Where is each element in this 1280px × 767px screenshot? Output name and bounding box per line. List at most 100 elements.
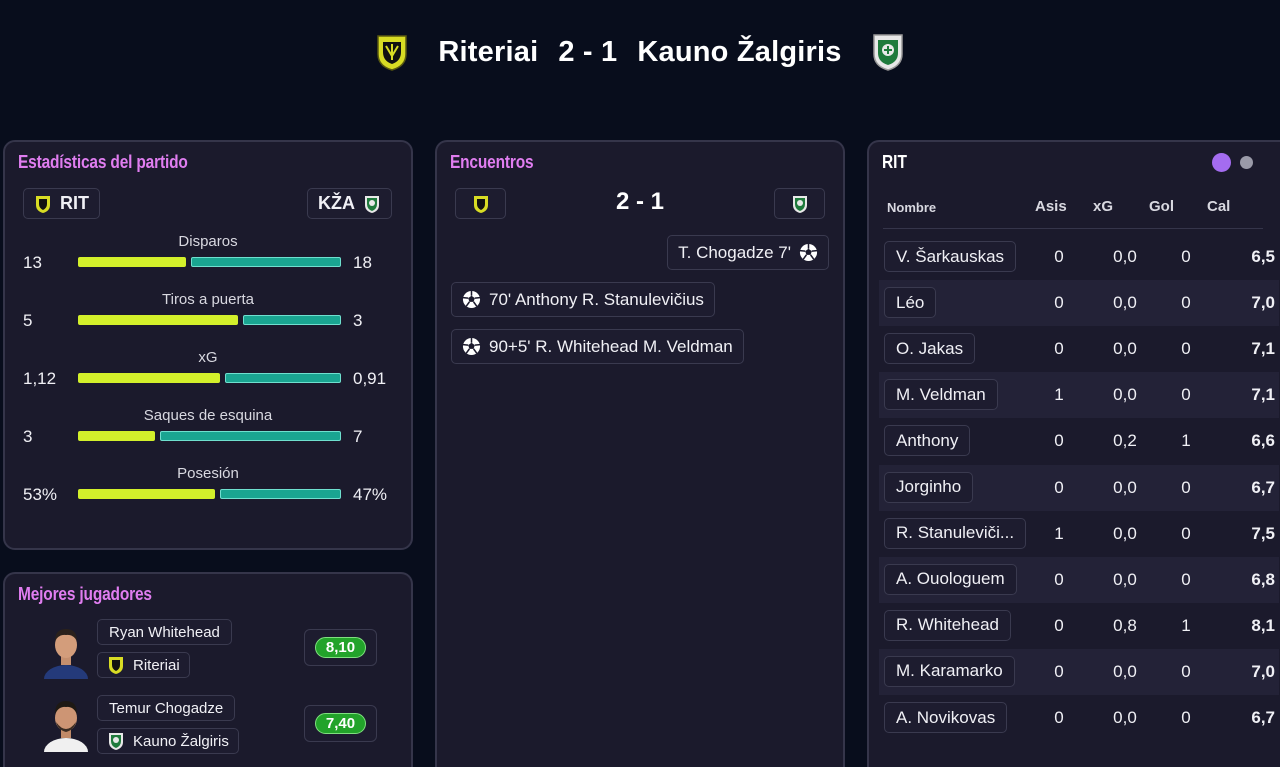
lineup-assists: 1 [1054, 385, 1064, 405]
match-header: Riteriai 2 - 1 Kauno Žalgiris [0, 22, 1280, 82]
avatar [43, 694, 89, 752]
riteriai-crest-icon [107, 655, 125, 675]
team-toggle-away-dot[interactable] [1240, 156, 1253, 169]
stats-title: Estadísticas del partido [18, 152, 188, 172]
goal-event-text: 90+5' R. Whitehead M. Veldman [489, 336, 733, 356]
lineup-row: M. Veldman 1 0,0 0 7,1 [879, 372, 1279, 419]
stat-home-value: 5 [23, 311, 33, 330]
stat-bar-home [78, 257, 187, 267]
lineup-row: A. Novikovas 0 0,0 0 6,7 [879, 695, 1279, 741]
team-toggle-home-dot[interactable] [1212, 153, 1231, 172]
lineup-player-name: O. Jakas [896, 338, 964, 358]
riteriai-crest-icon [374, 32, 410, 72]
stat-label: xG [198, 349, 218, 366]
away-team-name: Kauno Žalgiris [637, 35, 842, 68]
player-team: Kauno Žalgiris [133, 732, 229, 750]
lineup-assists: 1 [1054, 523, 1064, 543]
riteriai-crest-icon [34, 194, 52, 214]
lineup-row: R. Stanuleviči... 1 0,0 0 7,5 [879, 511, 1279, 557]
avatar [43, 621, 89, 679]
stat-away-value: 7 [353, 427, 363, 446]
column-header-xg[interactable]: xG [1093, 198, 1113, 215]
lineup-assists: 0 [1054, 431, 1064, 451]
lineup-rating: 7,0 [1251, 661, 1275, 681]
away-goal-event[interactable]: T. Chogadze 7' [667, 235, 829, 270]
stat-label: Tiros a puerta [162, 291, 254, 308]
lineup-xg: 0,0 [1113, 477, 1137, 497]
lineup-row: R. Whitehead 0 0,8 1 8,1 [879, 603, 1279, 649]
lineup-goals: 0 [1181, 477, 1191, 497]
stat-home-value: 13 [23, 253, 42, 272]
lineup-xg: 0,0 [1113, 339, 1137, 359]
player-rating-chip: 8,10 [304, 629, 377, 666]
stat-bar [78, 315, 341, 325]
lineup-row: Léo 0 0,0 0 7,0 [879, 280, 1279, 327]
lineup-player-name: Anthony [896, 430, 959, 450]
lineup-player-name-chip[interactable]: A. Novikovas [884, 702, 1008, 733]
lineup-xg: 0,0 [1113, 293, 1137, 313]
lineup-player-name-chip[interactable]: A. Ouologuem [884, 563, 1017, 595]
column-header-name[interactable]: Nombre [887, 200, 936, 215]
zalgiris-crest-icon [791, 194, 809, 214]
lineup-player-name-chip[interactable]: V. Šarkauskas [884, 241, 1017, 272]
lineup-player-name: A. Ouologuem [896, 569, 1005, 589]
lineup-player-name-chip[interactable]: R. Whitehead [884, 609, 1011, 641]
lineup-assists: 0 [1054, 569, 1064, 589]
home-team-abbr: RIT [60, 193, 89, 213]
lineup-team-title: RIT [882, 152, 907, 172]
lineup-player-name-chip[interactable]: Jorginho [884, 471, 974, 503]
goal-event-text: 70' Anthony R. Stanulevičius [489, 289, 704, 309]
column-header-rating[interactable]: Cal [1207, 198, 1230, 215]
lineup-player-name: A. Novikovas [896, 707, 996, 727]
stat-bar-home [78, 431, 156, 441]
stat-home-value: 53% [23, 485, 58, 504]
lineup-player-name: V. Šarkauskas [896, 246, 1005, 266]
home-goal-event[interactable]: 90+5' R. Whitehead M. Veldman [451, 329, 744, 364]
best-players-title: Mejores jugadores [18, 584, 152, 604]
lineup-goals: 0 [1181, 293, 1191, 313]
away-team-abbr: KŽA [318, 193, 355, 213]
stat-bar-away [160, 431, 341, 441]
lineup-assists: 0 [1054, 708, 1064, 727]
lineup-player-name-chip[interactable]: M. Karamarko [884, 655, 1015, 687]
zalgiris-crest-icon [870, 32, 906, 72]
lineup-goals: 0 [1181, 569, 1191, 589]
lineup-player-name-chip[interactable]: Anthony [884, 425, 971, 457]
lineup-xg: 0,0 [1113, 523, 1137, 543]
lineup-rating: 7,1 [1251, 339, 1275, 359]
lineup-player-name-chip[interactable]: Léo [884, 287, 937, 319]
lineup-player-name-chip[interactable]: M. Veldman [884, 379, 998, 411]
zalgiris-crest-icon [363, 194, 381, 214]
lineup-player-name-chip[interactable]: R. Stanuleviči... [884, 517, 1027, 549]
player-team-chip[interactable]: Riteriai [97, 652, 190, 678]
stat-bar [78, 373, 341, 383]
lineup-player-name-chip[interactable]: O. Jakas [884, 333, 976, 365]
home-team-chip: RIT [23, 188, 100, 219]
column-header-assists[interactable]: Asis [1035, 198, 1067, 215]
lineup-assists: 0 [1054, 477, 1064, 497]
player-rating: 8,10 [314, 637, 367, 658]
lineup-player-name: R. Stanuleviči... [896, 523, 1015, 543]
column-header-goals[interactable]: Gol [1149, 198, 1174, 215]
player-name: Ryan Whitehead [109, 623, 220, 641]
lineup-xg: 0,0 [1113, 661, 1137, 681]
player-name-chip[interactable]: Ryan Whitehead [97, 619, 232, 645]
stat-row-shots: Disparos 13 18 [5, 233, 411, 283]
match-stats-panel: Estadísticas del partido RIT KŽA Disparo… [3, 140, 413, 550]
lineup-rating: 7,5 [1251, 523, 1275, 543]
player-team-chip[interactable]: Kauno Žalgiris [97, 728, 239, 754]
lineup-xg: 0,0 [1113, 247, 1137, 266]
goal-event-text: T. Chogadze 7' [678, 242, 791, 262]
lineup-row: M. Karamarko 0 0,0 0 7,0 [879, 648, 1279, 695]
lineup-goals: 0 [1181, 523, 1191, 543]
lineup-rating: 6,7 [1251, 708, 1275, 727]
match-score: 2 - 1 [558, 35, 618, 68]
away-crest-box [774, 188, 825, 219]
lineup-goals: 0 [1181, 247, 1191, 266]
player-name-chip[interactable]: Temur Chogadze [97, 695, 236, 721]
home-goal-event[interactable]: 70' Anthony R. Stanulevičius [451, 282, 715, 317]
lineup-rating: 6,5 [1251, 247, 1275, 266]
lineup-assists: 0 [1054, 339, 1064, 359]
lineup-goals: 0 [1181, 339, 1191, 359]
stat-bar-away [242, 315, 341, 325]
